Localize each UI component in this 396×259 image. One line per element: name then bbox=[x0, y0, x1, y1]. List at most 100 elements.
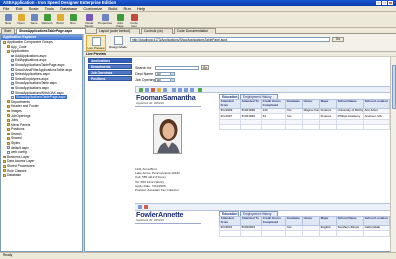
folder-icon bbox=[7, 128, 10, 131]
nav-job-openings[interactable]: Job Openings bbox=[88, 70, 132, 75]
folder-icon bbox=[7, 132, 10, 136]
column-header[interactable]: Credit Hours Completed bbox=[261, 216, 286, 226]
nav-positions[interactable]: Positions bbox=[88, 76, 132, 81]
add-record-icon[interactable] bbox=[139, 88, 143, 93]
tree-item-label: Images bbox=[11, 108, 22, 113]
menu-run[interactable]: Run bbox=[123, 6, 130, 11]
menu-build[interactable]: Build bbox=[108, 6, 117, 11]
edit-record-icon[interactable] bbox=[145, 88, 149, 93]
close-button[interactable] bbox=[388, 1, 393, 5]
code-gen-button[interactable]: Code Gen bbox=[128, 14, 140, 28]
minimize-button[interactable] bbox=[376, 1, 381, 5]
properties-button[interactable]: Properties bbox=[98, 14, 112, 25]
design-mode-button[interactable]: Design Mode bbox=[108, 35, 128, 51]
table-cell bbox=[336, 230, 364, 237]
refresh-icon bbox=[43, 14, 51, 21]
file-icon bbox=[11, 95, 14, 99]
search-go-button[interactable]: Go bbox=[201, 65, 209, 71]
chevron-down-icon bbox=[170, 72, 174, 76]
maximize-button[interactable] bbox=[382, 1, 387, 5]
applicant-photo bbox=[153, 114, 182, 154]
menu-help[interactable]: Help bbox=[137, 6, 145, 11]
file-icon bbox=[11, 63, 14, 67]
menu-customize[interactable]: Customize bbox=[83, 6, 102, 11]
delete-icon[interactable] bbox=[144, 205, 148, 210]
properties-icon bbox=[101, 14, 109, 21]
add-page-button[interactable]: Add Page bbox=[114, 14, 126, 28]
tree-item-label: Applications bbox=[11, 49, 29, 54]
column-header[interactable]: Attended From bbox=[219, 99, 241, 109]
table-cell bbox=[240, 230, 262, 237]
column-header[interactable]: Honor bbox=[302, 99, 320, 109]
menu-file[interactable]: File bbox=[3, 6, 9, 11]
next-page-icon[interactable] bbox=[184, 88, 188, 93]
menu-scale[interactable]: Scale bbox=[29, 6, 39, 11]
tree-item-label: ShowApplicationsTablePage.aspx bbox=[15, 95, 67, 100]
scroll-thumb[interactable] bbox=[391, 65, 396, 109]
print-icon[interactable] bbox=[163, 88, 167, 93]
live-preview-button[interactable]: Live Preview bbox=[86, 35, 106, 51]
nav-applications[interactable]: Applications bbox=[88, 58, 132, 63]
applicant-header: FowlerAnnette Applicant ID: 345219 bbox=[135, 210, 201, 224]
column-header[interactable]: Graduate bbox=[285, 216, 303, 226]
column-header[interactable]: School Name bbox=[336, 216, 364, 226]
table-cell bbox=[219, 123, 241, 131]
table-cell bbox=[319, 230, 337, 237]
tree-item-label: SearchAndFilterApplicationsTable.aspx bbox=[15, 67, 73, 72]
code-gen-icon bbox=[130, 14, 138, 21]
tree-item-label: Search bbox=[11, 131, 22, 136]
last-page-icon[interactable] bbox=[190, 88, 194, 93]
refresh-button[interactable]: Refresh bbox=[41, 14, 53, 25]
column-header[interactable]: Attended To bbox=[240, 99, 262, 109]
tree-item-label: Application Component Groups bbox=[7, 40, 53, 44]
tree-item[interactable]: Database bbox=[1, 173, 82, 178]
nav-departments[interactable]: Departments bbox=[88, 64, 132, 69]
column-header[interactable]: School Location bbox=[363, 216, 390, 226]
add-page-icon bbox=[116, 14, 124, 21]
table-cell bbox=[302, 123, 320, 131]
column-header[interactable]: Credit Hours Completed bbox=[261, 99, 286, 109]
table-row[interactable] bbox=[219, 123, 390, 131]
tree-item-label: AddApplications.aspx bbox=[15, 53, 47, 58]
folder-icon bbox=[3, 164, 6, 168]
applicant-card: FowlerAnnette Applicant ID: 345219 Educa… bbox=[135, 210, 393, 251]
visual-studio-button[interactable]: Visual Studio bbox=[82, 14, 96, 28]
job-opening-select[interactable]: All bbox=[155, 77, 175, 83]
column-header[interactable]: School Location bbox=[363, 99, 390, 109]
url-go-button[interactable]: Go bbox=[332, 37, 344, 42]
prev-page-icon[interactable] bbox=[178, 88, 182, 93]
tree-item-label: Styles bbox=[11, 141, 20, 146]
search-input[interactable] bbox=[155, 65, 199, 71]
build-button[interactable]: Build bbox=[54, 14, 66, 25]
menu-edit[interactable]: Edit bbox=[16, 6, 23, 11]
menu-database[interactable]: Database bbox=[60, 6, 77, 11]
url-field[interactable]: http://localhost:4173/Applications/ShowA… bbox=[130, 37, 330, 42]
reset-icon[interactable] bbox=[198, 88, 202, 93]
dept-name-select[interactable]: All bbox=[155, 71, 175, 77]
vertical-scrollbar[interactable] bbox=[390, 57, 396, 252]
table-cell bbox=[363, 230, 390, 237]
column-header[interactable]: Honor bbox=[302, 216, 320, 226]
education-header: Attended From Attended To Credit Hours Com… bbox=[219, 216, 390, 226]
tree-item-label: JobOpenings bbox=[11, 113, 31, 118]
column-header[interactable]: Major bbox=[319, 99, 337, 109]
column-header[interactable]: Attended To bbox=[240, 216, 262, 226]
expand-icon[interactable] bbox=[138, 205, 142, 210]
column-header[interactable]: Major bbox=[319, 216, 337, 226]
new-button[interactable]: New bbox=[2, 14, 14, 25]
open-button[interactable]: Open bbox=[15, 14, 27, 25]
delete-record-icon[interactable] bbox=[151, 88, 155, 93]
table-row[interactable] bbox=[219, 230, 390, 237]
column-header[interactable]: Attended From bbox=[219, 216, 241, 226]
first-page-icon[interactable] bbox=[172, 88, 176, 93]
save-button[interactable]: Save bbox=[28, 14, 40, 25]
education-table-2: Attended From Attended To Credit Hours Com… bbox=[219, 216, 390, 237]
tree-item-label: Stored Procedures bbox=[7, 164, 35, 169]
run-button[interactable]: Run bbox=[67, 14, 79, 25]
export-icon[interactable] bbox=[157, 88, 161, 93]
folder-icon bbox=[7, 49, 10, 53]
page-content: Search for Go Dept Name All Job Opening … bbox=[135, 58, 393, 251]
column-header[interactable]: School Name bbox=[336, 99, 364, 109]
menu-tools[interactable]: Tools bbox=[45, 6, 54, 11]
column-header[interactable]: Graduate bbox=[285, 99, 303, 109]
